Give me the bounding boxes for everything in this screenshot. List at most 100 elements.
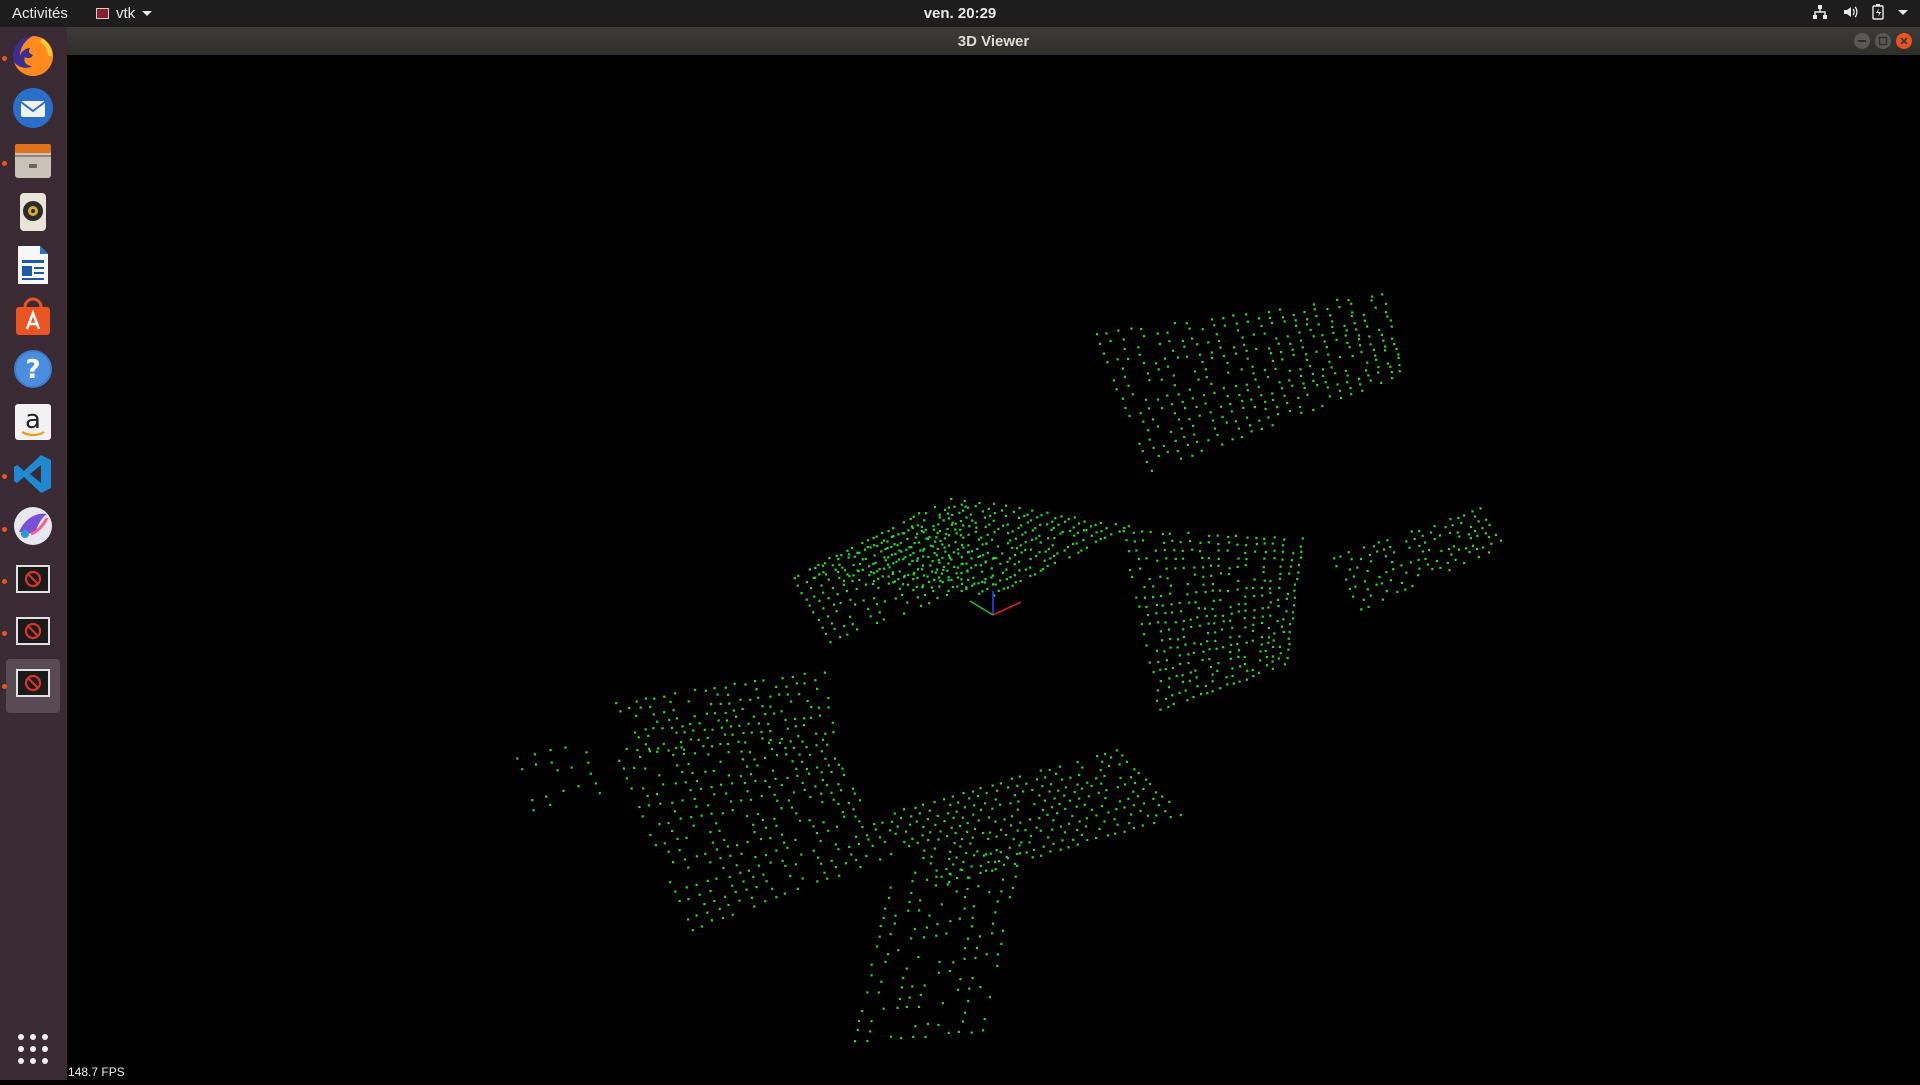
dock-item-krita[interactable]	[6, 502, 60, 556]
cloud-point	[1487, 551, 1491, 554]
cloud-point	[882, 618, 885, 621]
cloud-point	[947, 1031, 950, 1034]
network-icon[interactable]	[1812, 4, 1828, 20]
cloud-point	[721, 812, 724, 815]
cloud-point	[950, 497, 953, 500]
grid-icon[interactable]	[16, 1032, 50, 1066]
cloud-point	[1044, 550, 1047, 553]
cloud-point	[1131, 393, 1134, 396]
cloud-point	[941, 581, 944, 584]
cloud-point	[685, 836, 688, 839]
cloud-point	[882, 1007, 885, 1010]
dock-item-vscode[interactable]	[6, 449, 60, 503]
cloud-point	[1281, 550, 1284, 553]
cloud-point	[739, 871, 742, 874]
cloud-point	[689, 789, 692, 792]
minimize-button[interactable]	[1854, 33, 1870, 49]
cloud-point	[1438, 534, 1441, 537]
cloud-point	[647, 804, 650, 807]
window-titlebar[interactable]: 3D Viewer	[67, 27, 1920, 55]
cloud-point	[1377, 366, 1380, 369]
cloud-point	[644, 743, 647, 746]
cloud-point	[1344, 369, 1347, 372]
cloud-point	[759, 837, 763, 841]
cloud-point	[1128, 414, 1131, 418]
volume-icon[interactable]	[1842, 4, 1858, 20]
cloud-point	[695, 805, 698, 808]
cloud-point	[685, 886, 688, 889]
cloud-point	[1142, 787, 1145, 790]
cloud-point	[1293, 604, 1296, 607]
cloud-point	[739, 698, 742, 701]
cloud-point	[976, 795, 980, 798]
cloud-point	[1315, 350, 1318, 353]
cloud-point	[1013, 563, 1016, 566]
cloud-point	[805, 581, 809, 584]
cloud-point	[959, 824, 962, 827]
cloud-point	[1281, 316, 1285, 319]
dock-item-vtk-window[interactable]	[6, 658, 60, 713]
3d-viewport[interactable]: 148.7 FPS	[67, 55, 1920, 1080]
cloud-point	[805, 746, 808, 749]
system-tray[interactable]	[1812, 4, 1908, 20]
point-cloud[interactable]	[67, 55, 1920, 1080]
cloud-point	[1243, 343, 1246, 346]
cloud-point	[1321, 368, 1325, 371]
cloud-point	[1078, 797, 1081, 800]
cloud-point	[667, 850, 670, 853]
system-menu-chevron-icon[interactable]	[1898, 9, 1908, 15]
cloud-point	[648, 750, 651, 753]
cloud-point	[1059, 532, 1062, 535]
cloud-point	[1116, 358, 1119, 361]
cloud-point	[947, 506, 950, 509]
cloud-point	[1271, 655, 1275, 658]
cloud-point	[942, 565, 946, 568]
cloud-point	[1418, 567, 1421, 570]
battery-icon[interactable]	[1872, 4, 1884, 20]
cloud-point	[1327, 353, 1330, 356]
clock[interactable]: ven. 20:29	[0, 5, 1920, 22]
cloud-point	[1123, 375, 1127, 378]
cloud-point	[1366, 569, 1369, 572]
cloud-point	[1143, 335, 1146, 338]
cloud-point	[1244, 564, 1247, 567]
cloud-point	[773, 817, 776, 820]
cloud-point	[880, 550, 883, 553]
dock-item-rhythmbox[interactable]	[6, 188, 60, 242]
dock-item-vtk-window[interactable]	[6, 554, 60, 608]
cloud-point	[1051, 544, 1054, 547]
cloud-point	[835, 554, 838, 557]
cloud-point	[983, 1018, 986, 1021]
cloud-point	[856, 569, 859, 572]
cloud-point	[912, 573, 915, 576]
cloud-point	[816, 687, 819, 690]
cloud-point	[1293, 583, 1296, 586]
cloud-point	[896, 825, 899, 828]
close-button[interactable]	[1896, 33, 1912, 49]
cloud-point	[952, 551, 955, 554]
dock-item-thunderbird[interactable]	[6, 83, 60, 137]
dock-item-vtk-window[interactable]	[6, 606, 60, 660]
cloud-point	[1255, 347, 1258, 350]
dock-item-libreoffice-writer[interactable]	[6, 240, 60, 294]
cloud-point	[736, 844, 739, 847]
cloud-point	[1029, 519, 1033, 522]
cloud-point	[1278, 577, 1282, 580]
cloud-point	[847, 801, 850, 805]
dock-item-software-center[interactable]	[6, 293, 60, 347]
cloud-point	[1031, 529, 1034, 532]
cloud-point	[679, 817, 682, 820]
cloud-point	[765, 880, 768, 883]
maximize-button[interactable]	[1875, 33, 1891, 49]
dock-item-files[interactable]	[6, 136, 60, 190]
amazon-icon: a	[11, 400, 55, 449]
cloud-point	[1360, 608, 1363, 611]
cloud-point	[1163, 650, 1166, 653]
dock-item-firefox[interactable]	[6, 31, 60, 85]
cloud-point	[882, 916, 885, 920]
cloud-point	[878, 935, 881, 938]
cloud-point	[963, 896, 967, 899]
cloud-point	[833, 603, 836, 606]
dock-item-amazon[interactable]: a	[6, 397, 60, 451]
dock-item-help[interactable]: ?	[6, 345, 60, 399]
